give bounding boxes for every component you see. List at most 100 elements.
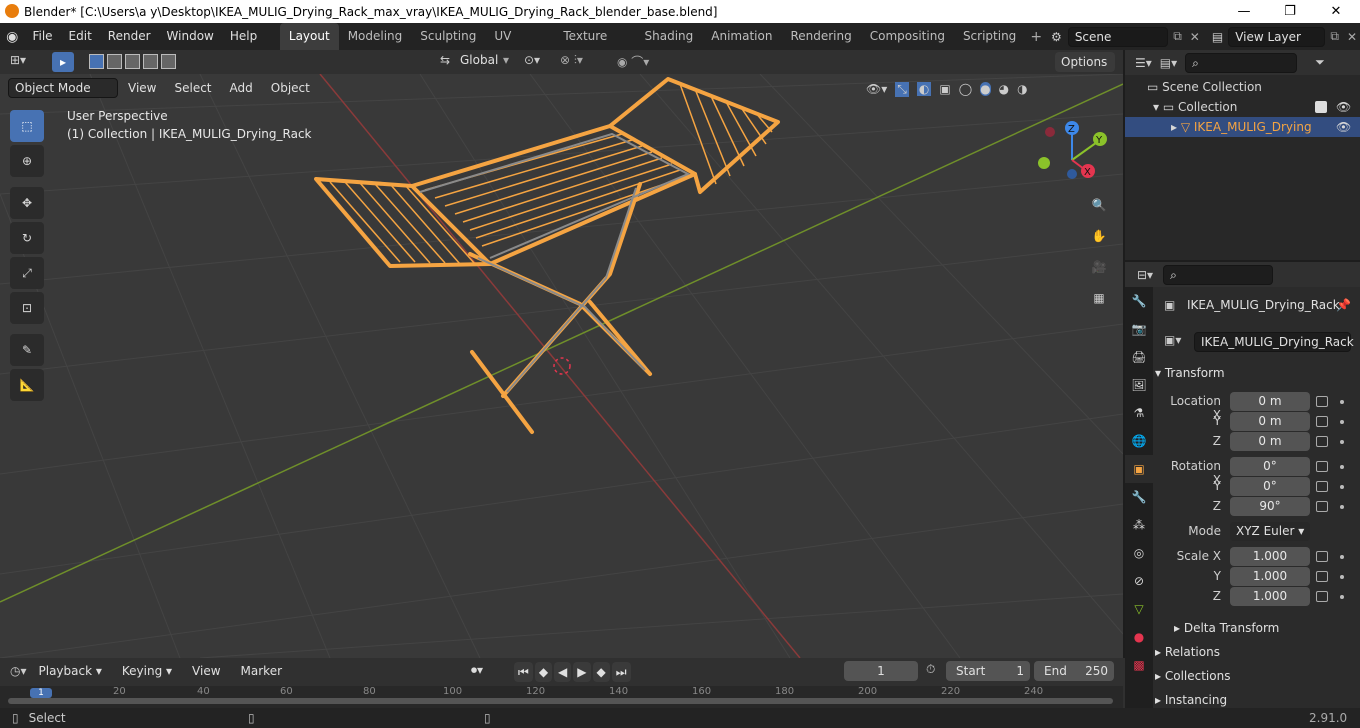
pivot-icon[interactable]: ⊙▾ bbox=[524, 53, 540, 67]
wireframe-shading-icon[interactable]: ◯ bbox=[959, 82, 972, 96]
jump-start-icon[interactable]: ⏮ bbox=[514, 662, 533, 682]
menu-help[interactable]: Help bbox=[222, 23, 265, 50]
tab-render[interactable]: 📷 bbox=[1125, 315, 1153, 343]
material-shading-icon[interactable]: ◕ bbox=[999, 82, 1009, 96]
tab-layout[interactable]: Layout bbox=[279, 23, 339, 50]
add-workspace-icon[interactable]: + bbox=[1025, 29, 1047, 45]
keyframe-dot-icon[interactable] bbox=[1340, 595, 1344, 599]
scene-remove-icon[interactable]: ✕ bbox=[1187, 30, 1203, 44]
view-layer-copy-icon[interactable]: ⧉ bbox=[1325, 29, 1344, 44]
rendered-shading-icon[interactable]: ◑ bbox=[1017, 82, 1027, 96]
scene-icon[interactable]: ⚙ bbox=[1047, 30, 1066, 44]
next-keyframe-icon[interactable]: ◆ bbox=[592, 662, 610, 682]
lock-icon[interactable] bbox=[1316, 396, 1328, 407]
mode-invert-icon[interactable] bbox=[143, 54, 158, 69]
lock-icon[interactable] bbox=[1316, 436, 1328, 447]
transform-panel-header[interactable]: ▾ Transform bbox=[1155, 361, 1360, 385]
tab-particles[interactable]: ⁂ bbox=[1125, 511, 1153, 539]
rotation-x-field[interactable]: 0° bbox=[1230, 457, 1310, 476]
display-mode-icon[interactable]: ▤▾ bbox=[1160, 56, 1177, 70]
outliner-object-row[interactable]: ▸ ▽ IKEA_MULIG_Drying 👁 bbox=[1125, 117, 1360, 137]
timeline-menu-keying[interactable]: Keying ▾ bbox=[114, 658, 180, 685]
move-tool-button[interactable]: ✥ bbox=[10, 187, 44, 219]
visibility-icon[interactable]: 👁▾ bbox=[866, 82, 887, 96]
tab-sculpting[interactable]: Sculpting bbox=[411, 23, 485, 50]
timeline-ruler[interactable]: 1 20 40 60 80 100 120 140 160 180 200 22… bbox=[0, 686, 1123, 708]
transform-tool-button[interactable]: ⊡ bbox=[10, 292, 44, 324]
keyframe-dot-icon[interactable] bbox=[1340, 400, 1344, 404]
mode-extend-icon[interactable] bbox=[107, 54, 122, 69]
lock-icon[interactable] bbox=[1316, 551, 1328, 562]
playhead[interactable]: 1 bbox=[30, 688, 52, 698]
rotation-y-field[interactable]: 0° bbox=[1230, 477, 1310, 496]
tab-object[interactable]: ▣ bbox=[1125, 455, 1153, 483]
tab-modifiers[interactable]: 🔧 bbox=[1125, 483, 1153, 511]
tab-data[interactable]: ▽ bbox=[1125, 595, 1153, 623]
perspective-grid-icon[interactable]: ▦ bbox=[1086, 285, 1112, 311]
timeline-scrollbar[interactable] bbox=[8, 698, 1113, 704]
measure-tool-button[interactable]: 📐 bbox=[10, 369, 44, 401]
3d-viewport[interactable]: Object Mode View Select Add Object 👁▾ ⤡ … bbox=[0, 74, 1123, 658]
keyframe-dot-icon[interactable] bbox=[1340, 465, 1344, 469]
stopwatch-icon[interactable]: ⏱ bbox=[926, 662, 935, 677]
tab-view-layer[interactable]: 🖼 bbox=[1125, 371, 1153, 399]
tab-modeling[interactable]: Modeling bbox=[339, 23, 412, 50]
menu-render[interactable]: Render bbox=[100, 23, 159, 50]
view-layer-field[interactable]: View Layer bbox=[1228, 26, 1326, 47]
timeline-menu-marker[interactable]: Marker bbox=[233, 658, 290, 685]
overlay-toggle-icon[interactable]: ◐ bbox=[916, 82, 932, 96]
filter-icon[interactable]: ⏷ bbox=[1315, 55, 1325, 70]
start-frame-field[interactable]: Start 1 bbox=[946, 661, 1030, 681]
instancing-panel-header[interactable]: ▸ Instancing bbox=[1155, 688, 1360, 708]
solid-shading-icon[interactable]: ● bbox=[980, 82, 991, 96]
maximize-button[interactable]: ❐ bbox=[1267, 0, 1313, 23]
mode-subtract-icon[interactable] bbox=[125, 54, 140, 69]
prev-keyframe-icon[interactable]: ◆ bbox=[534, 662, 553, 682]
blender-menu-icon[interactable]: ◉ bbox=[0, 29, 24, 45]
tab-shading[interactable]: Shading bbox=[636, 23, 703, 50]
properties-search-input[interactable]: ⌕ bbox=[1163, 264, 1274, 285]
keyframe-dot-icon[interactable] bbox=[1340, 440, 1344, 444]
scale-tool-button[interactable]: ⤢ bbox=[10, 257, 44, 289]
end-frame-field[interactable]: End 250 bbox=[1034, 661, 1114, 681]
menu-window[interactable]: Window bbox=[159, 23, 222, 50]
camera-icon[interactable]: 🎥 bbox=[1086, 254, 1112, 280]
viewport-menu-object[interactable]: Object bbox=[263, 75, 318, 102]
tab-texture[interactable]: ▩ bbox=[1125, 651, 1153, 679]
annotate-tool-button[interactable]: ✎ bbox=[10, 334, 44, 366]
location-x-field[interactable]: 0 m bbox=[1230, 392, 1310, 411]
xray-icon[interactable]: ▣ bbox=[939, 82, 950, 96]
lock-icon[interactable] bbox=[1316, 416, 1328, 427]
keyframe-dot-icon[interactable] bbox=[1340, 485, 1344, 489]
mode-new-icon[interactable] bbox=[89, 54, 104, 69]
editor-type-icon[interactable]: ⊞▾ bbox=[10, 53, 26, 67]
tab-output[interactable]: 🖨 bbox=[1125, 343, 1153, 371]
eye-icon[interactable]: 👁 bbox=[1336, 97, 1351, 117]
minimize-button[interactable]: — bbox=[1221, 0, 1267, 23]
viewport-menu-view[interactable]: View bbox=[120, 75, 164, 102]
view-layer-icon[interactable]: ▤ bbox=[1207, 30, 1228, 44]
select-box-tool-icon[interactable]: ▸ bbox=[52, 52, 74, 72]
jump-end-icon[interactable]: ⏭ bbox=[611, 662, 631, 682]
tab-uv-editing[interactable]: UV Editing bbox=[485, 23, 554, 70]
location-y-field[interactable]: 0 m bbox=[1230, 412, 1310, 431]
outliner-scene-collection[interactable]: ▭ Scene Collection bbox=[1125, 77, 1360, 97]
options-dropdown[interactable]: Options bbox=[1055, 52, 1115, 72]
keyframe-dot-icon[interactable] bbox=[1340, 555, 1344, 559]
timeline-menu-view[interactable]: View bbox=[184, 658, 228, 685]
eye-icon[interactable]: 👁 bbox=[1336, 117, 1351, 137]
current-frame-field[interactable]: 1 bbox=[844, 661, 918, 681]
keyframe-dot-icon[interactable] bbox=[1340, 420, 1344, 424]
keyframe-dot-icon[interactable] bbox=[1340, 505, 1344, 509]
timeline-editor-icon[interactable]: ◷▾ bbox=[10, 664, 27, 678]
tab-constraints[interactable]: ⊘ bbox=[1125, 567, 1153, 595]
tab-texture-paint[interactable]: Texture Paint bbox=[554, 23, 635, 70]
zoom-icon[interactable]: 🔍 bbox=[1086, 192, 1112, 218]
rotation-mode-dropdown[interactable]: XYZ Euler ▾ bbox=[1230, 522, 1310, 541]
record-icon[interactable]: ⏺▾ bbox=[471, 663, 483, 678]
pan-hand-icon[interactable]: ✋ bbox=[1086, 223, 1112, 249]
tab-world[interactable]: 🌐 bbox=[1125, 427, 1153, 455]
viewport-menu-add[interactable]: Add bbox=[222, 75, 261, 102]
select-tool-button[interactable]: ⬚ bbox=[10, 110, 44, 142]
lock-icon[interactable] bbox=[1316, 501, 1328, 512]
